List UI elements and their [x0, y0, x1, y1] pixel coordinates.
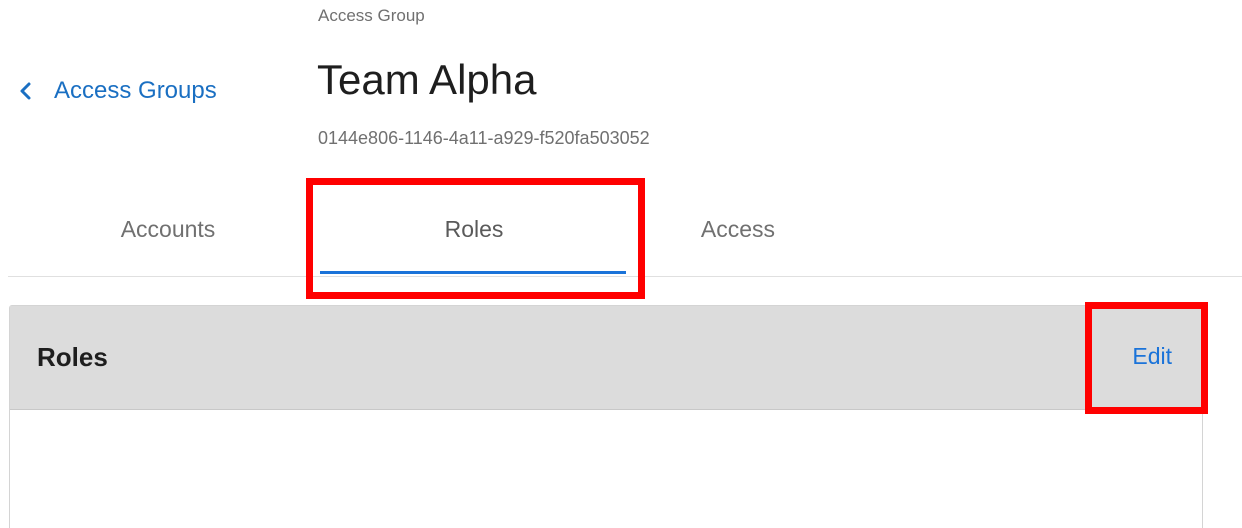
tab-access[interactable]: Access: [638, 190, 838, 268]
chevron-left-icon: [14, 79, 38, 103]
roles-panel-title: Roles: [37, 342, 108, 372]
page-title: Team Alpha: [317, 56, 537, 103]
access-group-page: Access Groups Access Group Team Alpha 01…: [0, 0, 1242, 528]
active-tab-indicator: [320, 271, 626, 274]
tab-roles[interactable]: Roles: [322, 190, 626, 268]
back-to-access-groups-link[interactable]: Access Groups: [14, 74, 217, 108]
page-eyebrow: Access Group: [318, 6, 425, 25]
tab-accounts[interactable]: Accounts: [68, 190, 268, 268]
tab-bar: Accounts Roles Access: [8, 196, 1242, 277]
roles-panel: Roles Edit: [9, 305, 1203, 528]
edit-roles-link[interactable]: Edit: [1132, 343, 1172, 370]
group-id: 0144e806-1146-4a11-a929-f520fa503052: [318, 128, 650, 148]
back-link-label: Access Groups: [54, 77, 217, 104]
roles-panel-header: Roles Edit: [10, 306, 1202, 410]
